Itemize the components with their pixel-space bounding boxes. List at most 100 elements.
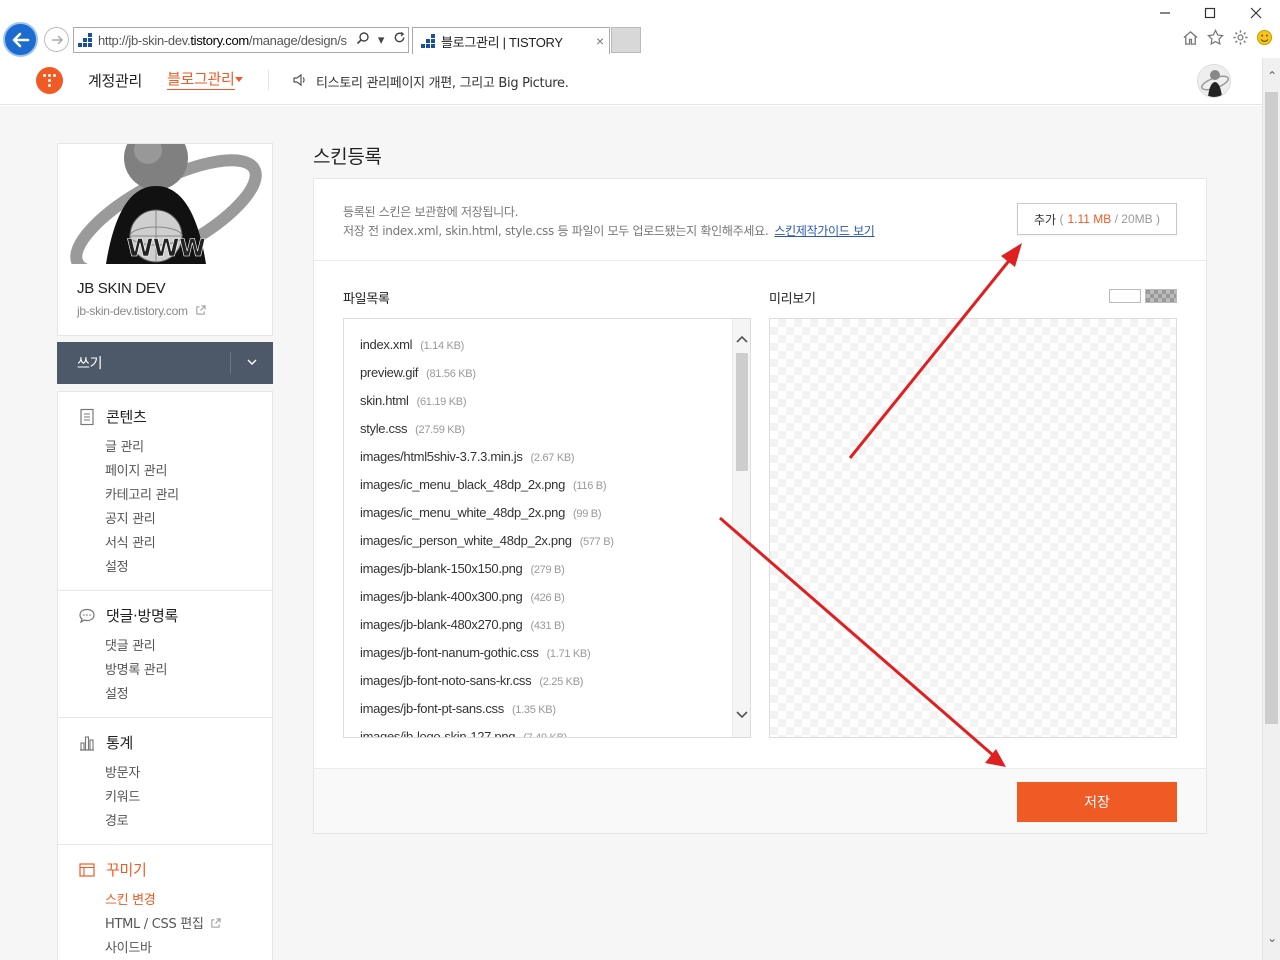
file-list-item[interactable]: images/jb-font-noto-sans-kr.css (2.25 KB)	[360, 665, 730, 693]
file-list-item[interactable]: images/jb-font-nanum-gothic.css (1.71 KB)	[360, 637, 730, 665]
write-button[interactable]: 쓰기	[77, 353, 102, 373]
caret-down-icon[interactable]	[235, 77, 243, 82]
tab-title: 블로그관리 | TISTORY	[441, 34, 563, 50]
file-name: skin.html	[360, 393, 409, 408]
chevron-down-icon[interactable]	[245, 355, 259, 369]
file-size: (1.71 KB)	[546, 648, 591, 660]
file-size: (426 B)	[530, 592, 565, 604]
file-list-item[interactable]: style.css (27.59 KB)	[360, 413, 730, 441]
skin-guide-link[interactable]: 스킨제작가이드 보기	[774, 224, 874, 238]
menu-item-html-css-edit[interactable]: HTML / CSS 편집	[105, 913, 221, 932]
menu-item-comment-settings[interactable]: 설정	[105, 683, 129, 702]
file-size: (116 B)	[573, 480, 607, 492]
new-tab-button[interactable]	[611, 27, 641, 53]
refresh-icon[interactable]	[390, 31, 408, 49]
file-list-item[interactable]: images/jb-blank-150x150.png (279 B)	[360, 553, 730, 581]
speaker-icon	[293, 73, 305, 87]
file-list-item[interactable]: images/jb-font-pt-sans.css (1.35 KB)	[360, 693, 730, 721]
scroll-up-icon[interactable]	[736, 333, 748, 347]
nav-account-management[interactable]: 계정관리	[88, 70, 142, 91]
close-window-button[interactable]	[1241, 4, 1271, 24]
maximize-button[interactable]	[1195, 4, 1225, 24]
user-avatar[interactable]	[1197, 64, 1231, 98]
menu-section-header[interactable]: 댓글·방명록	[78, 605, 178, 626]
info-text-check-files: 저장 전 index.xml, skin.html, style.css 등 파…	[343, 224, 875, 238]
save-button[interactable]: 저장	[1017, 782, 1177, 822]
settings-gear-icon[interactable]	[1230, 29, 1250, 49]
file-list-item[interactable]: preview.gif (81.56 KB)	[360, 357, 730, 385]
write-post-bar[interactable]: 쓰기	[57, 342, 273, 384]
file-list-item[interactable]: images/ic_menu_black_48dp_2x.png (116 B)	[360, 469, 730, 497]
home-icon[interactable]	[1180, 29, 1200, 49]
file-size: (81.56 KB)	[426, 368, 476, 380]
feedback-smiley-icon[interactable]	[1254, 29, 1274, 49]
file-name: images/jb-blank-480x270.png	[360, 617, 523, 632]
file-list-box[interactable]: index.xml (1.14 KB) preview.gif (81.56 KB) s…	[343, 318, 751, 738]
sidebar-menu: 콘텐츠 글 관리 페이지 관리 카테고리 관리 공지 관리 서식 관리 설정 댓…	[57, 391, 273, 960]
blog-profile-image[interactable]: WWW	[68, 144, 264, 264]
browser-chrome: http://jb-skin-dev.tistory.com/manage/de…	[0, 0, 1280, 58]
file-list-scrollbar-thumb[interactable]	[736, 353, 748, 471]
address-bar[interactable]: http://jb-skin-dev.tistory.com/manage/de…	[73, 27, 409, 53]
favorites-star-icon[interactable]	[1205, 28, 1225, 49]
menu-item-comments[interactable]: 댓글 관리	[105, 635, 156, 654]
file-list-item[interactable]: images/jb-blank-400x300.png (426 B)	[360, 581, 730, 609]
file-size: (61.19 KB)	[416, 396, 467, 408]
blog-url-link[interactable]: jb-skin-dev.tistory.com	[77, 304, 206, 318]
file-size: (577 B)	[579, 536, 614, 548]
back-button[interactable]	[3, 22, 38, 57]
preview-bg-checker-toggle[interactable]	[1145, 289, 1177, 303]
menu-item-referrers[interactable]: 경로	[105, 810, 129, 829]
page-scrollbar[interactable]: ⌃ ⌄	[1262, 58, 1280, 960]
notice-link[interactable]: 티스토리 관리페이지 개편, 그리고 Big Picture.	[316, 72, 569, 91]
file-list-item[interactable]: skin.html (61.19 KB)	[360, 385, 730, 413]
menu-item-templates[interactable]: 서식 관리	[105, 532, 156, 551]
preview-bg-white-toggle[interactable]	[1109, 289, 1141, 303]
file-list-item[interactable]: images/ic_person_white_48dp_2x.png (577 B…	[360, 525, 730, 553]
menu-item-guestbook[interactable]: 방명록 관리	[105, 659, 167, 678]
menu-item-notices[interactable]: 공지 관리	[105, 508, 156, 527]
file-list-scrollbar[interactable]	[732, 319, 750, 737]
document-icon	[80, 408, 94, 425]
file-name: images/jb-blank-150x150.png	[360, 561, 523, 576]
menu-item-content-settings[interactable]: 설정	[105, 556, 129, 575]
menu-section-header[interactable]: 통계	[78, 732, 133, 753]
menu-section-header[interactable]: 콘텐츠	[78, 406, 147, 427]
file-list-item[interactable]: images/jb-blank-480x270.png (431 B)	[360, 609, 730, 637]
menu-item-posts[interactable]: 글 관리	[105, 436, 144, 455]
scroll-down-icon[interactable]	[736, 707, 748, 721]
arrow-left-icon	[12, 32, 29, 47]
blog-name[interactable]: JB SKIN DEV	[77, 280, 166, 297]
file-size: (2.67 KB)	[530, 452, 575, 464]
file-list-item[interactable]: images/jb-logo-skin-127.png (7.49 KB)	[360, 721, 730, 737]
dropdown-arrow-icon[interactable]: ▾	[372, 31, 390, 49]
minimize-button[interactable]	[1150, 4, 1180, 24]
tistory-favicon-icon	[78, 33, 92, 47]
page-scrollbar-thumb[interactable]	[1265, 92, 1278, 724]
file-list-item[interactable]: images/html5shiv-3.7.3.min.js (2.67 KB)	[360, 441, 730, 469]
add-files-button[interactable]: 추가 ( 1.11 MB / 20MB )	[1017, 203, 1177, 235]
file-name: preview.gif	[360, 365, 419, 380]
menu-section-header[interactable]: 꾸미기	[78, 859, 147, 880]
menu-item-keywords[interactable]: 키워드	[105, 786, 140, 805]
scroll-down-icon[interactable]: ⌄	[1266, 932, 1278, 944]
menu-item-skin-change[interactable]: 스킨 변경	[105, 889, 156, 908]
menu-item-categories[interactable]: 카테고리 관리	[105, 484, 179, 503]
tistory-logo-icon[interactable]	[36, 67, 63, 94]
search-icon[interactable]	[354, 31, 372, 49]
menu-section-comments: 댓글·방명록 댓글 관리 방명록 관리 설정	[58, 591, 272, 718]
nav-blog-management[interactable]: 블로그관리	[167, 70, 235, 90]
file-list-item[interactable]: images/ic_menu_white_48dp_2x.png (99 B)	[360, 497, 730, 525]
file-list-item[interactable]: index.xml (1.14 KB)	[360, 329, 730, 357]
file-name: style.css	[360, 421, 408, 436]
browser-tab[interactable]: 블로그관리 | TISTORY ×	[412, 27, 610, 54]
storage-total: / 20MB	[1114, 212, 1153, 226]
menu-item-pages[interactable]: 페이지 관리	[105, 460, 167, 479]
tab-close-icon[interactable]: ×	[591, 33, 609, 49]
forward-button[interactable]	[44, 27, 69, 52]
menu-item-visitors[interactable]: 방문자	[105, 762, 140, 781]
file-name: images/jb-font-noto-sans-kr.css	[360, 673, 532, 688]
menu-item-sidebar[interactable]: 사이드바	[105, 937, 152, 956]
file-size: (27.59 KB)	[415, 424, 465, 436]
scroll-up-icon[interactable]: ⌃	[1266, 70, 1278, 82]
